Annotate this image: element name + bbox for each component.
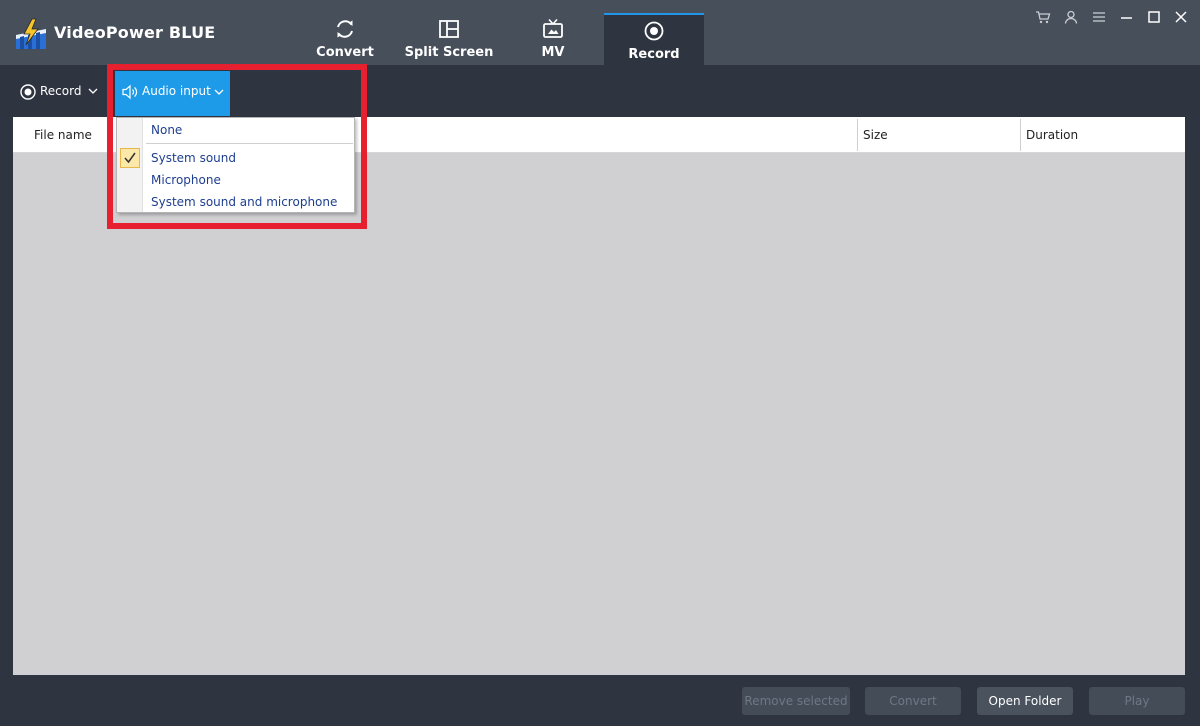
- record-label: Record: [40, 84, 82, 98]
- record-dropdown-button[interactable]: Record: [14, 73, 106, 111]
- menu-list-icon[interactable]: [1090, 9, 1108, 25]
- audio-input-label: Audio input: [142, 84, 211, 98]
- column-header-file-name[interactable]: File name: [34, 128, 92, 142]
- tab-label: Split Screen: [404, 45, 494, 60]
- tab-convert[interactable]: Convert: [295, 13, 395, 65]
- user-icon[interactable]: [1062, 9, 1080, 25]
- chevron-down-icon: [88, 88, 98, 94]
- maximize-icon[interactable]: [1145, 9, 1163, 25]
- convert-button[interactable]: Convert: [865, 687, 961, 715]
- column-divider[interactable]: [1020, 119, 1021, 151]
- chevron-down-icon: [214, 89, 224, 95]
- menu-item-label: None: [151, 123, 183, 137]
- tab-label: MV: [541, 45, 565, 60]
- file-list[interactable]: [13, 153, 1185, 675]
- audio-input-dropdown-button[interactable]: Audio input: [115, 71, 230, 116]
- minimize-icon[interactable]: [1118, 9, 1136, 25]
- record-icon: [644, 21, 664, 41]
- cart-icon[interactable]: [1034, 9, 1052, 25]
- menu-item-system-sound-and-microphone[interactable]: System sound and microphone: [117, 192, 355, 212]
- menu-item-label: Microphone: [151, 173, 221, 187]
- tab-record[interactable]: Record: [604, 13, 704, 65]
- close-icon[interactable]: [1172, 9, 1190, 25]
- record-icon: [20, 84, 36, 100]
- speaker-icon: [122, 84, 138, 100]
- app-title: VideoPower BLUE: [54, 23, 216, 42]
- split-screen-icon: [439, 20, 459, 38]
- tv-icon: [543, 18, 563, 38]
- audio-input-menu: None System sound Microphone System soun…: [116, 117, 355, 213]
- menu-separator: [146, 143, 353, 144]
- remove-selected-button[interactable]: Remove selected: [742, 687, 850, 715]
- play-button[interactable]: Play: [1089, 687, 1185, 715]
- tab-label: Record: [628, 47, 680, 62]
- open-folder-button[interactable]: Open Folder: [977, 687, 1073, 715]
- checkmark-icon: [120, 148, 140, 168]
- tab-split-screen[interactable]: Split Screen: [399, 13, 499, 65]
- menu-item-label: System sound and microphone: [151, 195, 338, 209]
- menu-item-label: System sound: [151, 151, 236, 165]
- menu-item-microphone[interactable]: Microphone: [117, 170, 355, 190]
- refresh-icon: [337, 20, 353, 38]
- menu-item-none[interactable]: None: [117, 120, 355, 140]
- column-header-duration[interactable]: Duration: [1026, 128, 1078, 142]
- column-header-size[interactable]: Size: [863, 128, 888, 142]
- menu-item-system-sound[interactable]: System sound: [117, 148, 355, 168]
- title-bar: VideoPower BLUE Convert Split Screen MV: [0, 0, 1200, 65]
- app-logo-icon: [16, 18, 46, 49]
- column-divider[interactable]: [857, 119, 858, 151]
- tab-label: Convert: [316, 45, 374, 60]
- tab-mv[interactable]: MV: [503, 13, 603, 65]
